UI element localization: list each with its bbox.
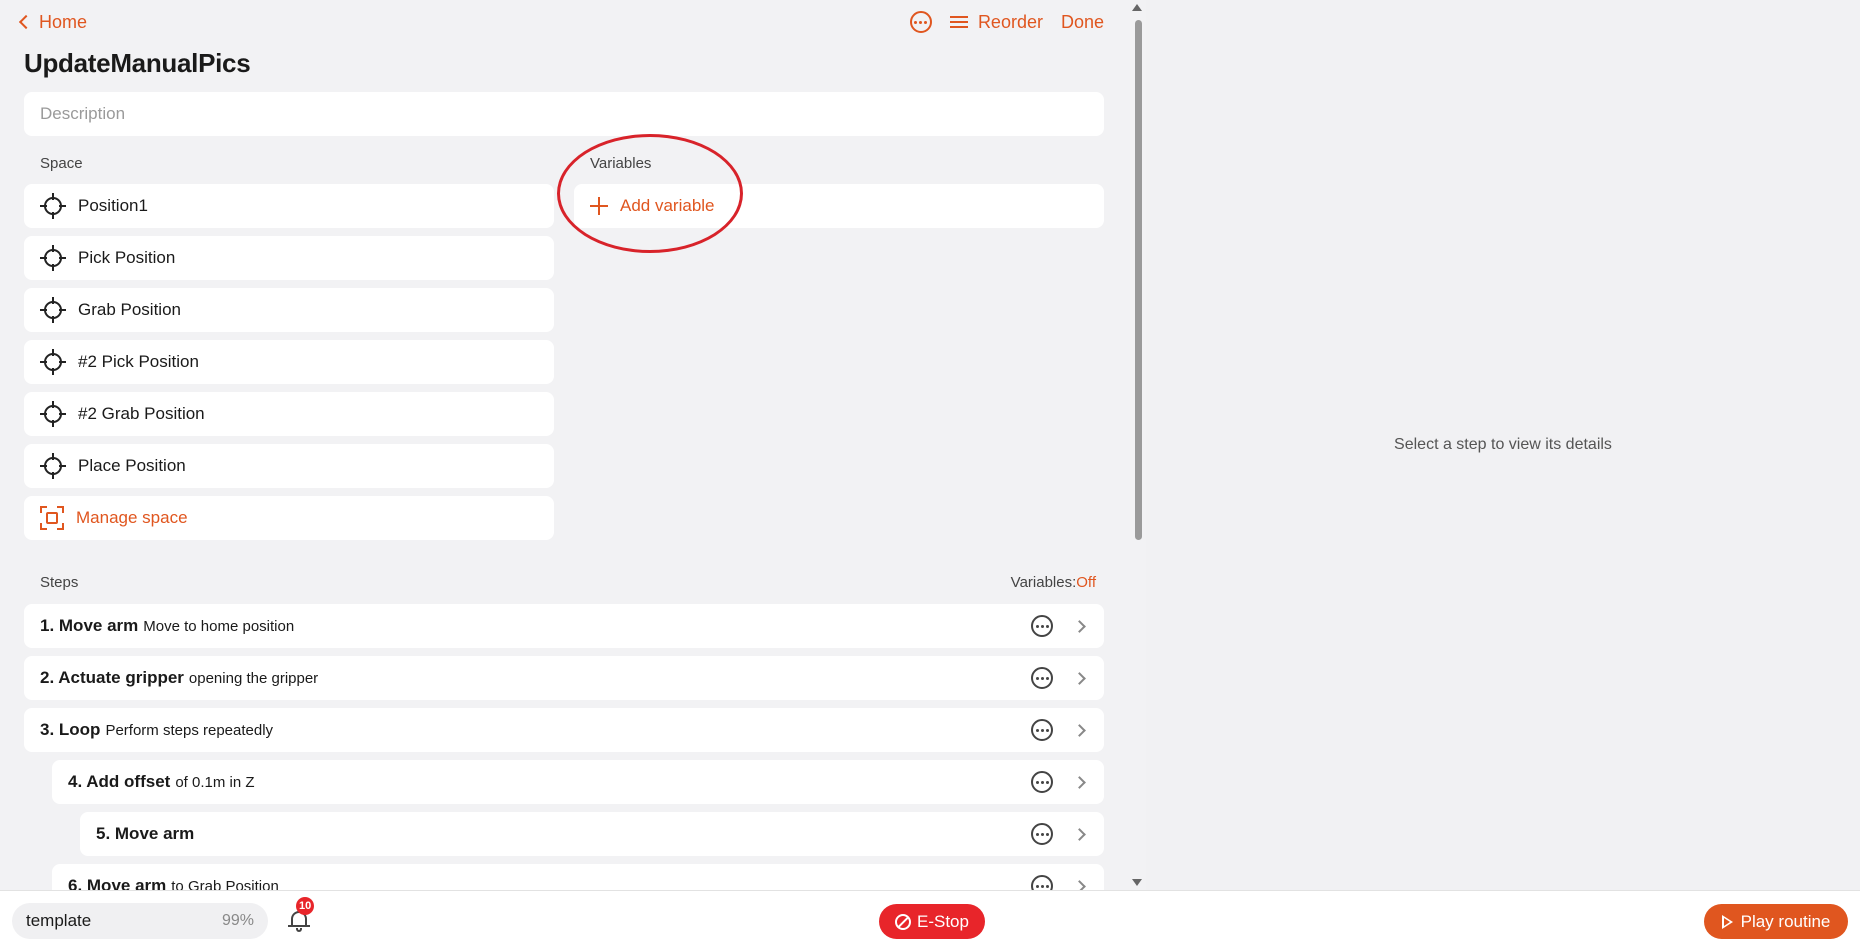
play-routine-label: Play routine [1740, 911, 1831, 931]
step-detail: Perform steps repeatedly [105, 721, 274, 739]
step-row[interactable]: 5. Move arm [80, 812, 1104, 856]
description-field[interactable]: Description [24, 92, 1104, 136]
chevron-left-icon [18, 14, 34, 30]
space-position-item[interactable]: Position1 [24, 184, 554, 228]
position-label: Place Position [78, 456, 186, 475]
step-row[interactable]: 6. Move arm to Grab Position [52, 864, 1104, 890]
variables-toggle[interactable]: Variables:Off [1011, 574, 1096, 591]
home-link[interactable]: Home [18, 12, 87, 33]
space-position-item[interactable]: Pick Position [24, 236, 554, 280]
manage-space-label: Manage space [76, 508, 188, 527]
routine-editor-panel: Home Reorder Done UpdateManualPics Descr… [0, 0, 1128, 890]
step-options-icon[interactable] [1031, 667, 1053, 689]
crosshair-icon [40, 297, 66, 323]
step-row[interactable]: 3. Loop Perform steps repeatedly [24, 708, 1104, 752]
step-row[interactable]: 1. Move arm Move to home position [24, 604, 1104, 648]
top-bar: Home Reorder Done [18, 10, 1104, 34]
step-detail: opening the gripper [188, 669, 319, 687]
step-title: 4. Add offset [68, 772, 171, 791]
chevron-right-icon[interactable] [1073, 619, 1086, 633]
estop-label: E-Stop [917, 911, 969, 931]
top-actions: Reorder Done [909, 11, 1104, 33]
step-options-icon[interactable] [1031, 719, 1053, 741]
page-title: UpdateManualPics [24, 48, 251, 78]
reorder-button[interactable]: Reorder [949, 11, 1043, 33]
chevron-right-icon[interactable] [1073, 723, 1086, 737]
menu-icon [949, 16, 968, 28]
scroll-up-arrow-icon[interactable] [1132, 4, 1142, 11]
step-options-icon[interactable] [1031, 823, 1053, 845]
add-variable-button[interactable]: Add variable [574, 184, 1104, 228]
add-variable-label: Add variable [620, 196, 715, 215]
variables-toggle-label: Variables: [1010, 574, 1077, 591]
step-title: 1. Move arm [40, 616, 139, 635]
step-title: 6. Move arm [68, 876, 167, 890]
position-label: Pick Position [78, 248, 176, 267]
crosshair-icon [40, 453, 66, 479]
space-position-item[interactable]: #2 Pick Position [24, 340, 554, 384]
crosshair-icon [40, 401, 66, 427]
chevron-right-icon[interactable] [1073, 827, 1086, 841]
estop-button[interactable]: E-Stop [879, 904, 985, 939]
play-routine-button[interactable]: Play routine [1704, 904, 1848, 939]
step-detail: of 0.1m in Z [175, 773, 255, 791]
home-label: Home [39, 11, 88, 32]
space-position-item[interactable]: Grab Position [24, 288, 554, 332]
step-options-icon[interactable] [1031, 875, 1053, 890]
space-scan-icon [40, 506, 64, 530]
plus-icon [590, 197, 608, 215]
step-title: 5. Move arm [96, 824, 195, 843]
step-details-panel: Select a step to view its details [1146, 0, 1860, 890]
space-section-label: Space [40, 155, 83, 172]
space-position-item[interactable]: #2 Grab Position [24, 392, 554, 436]
scroll-down-arrow-icon[interactable] [1132, 879, 1142, 886]
scrollbar-thumb[interactable] [1135, 20, 1142, 540]
done-button[interactable]: Done [1061, 12, 1104, 33]
chevron-right-icon[interactable] [1073, 671, 1086, 685]
variables-section-label: Variables [590, 155, 652, 172]
chevron-right-icon[interactable] [1073, 879, 1086, 890]
position-label: #2 Grab Position [78, 404, 205, 423]
manage-space-button[interactable]: Manage space [24, 496, 554, 540]
steps-section-label: Steps [40, 574, 79, 591]
stop-icon [895, 913, 911, 930]
step-options-icon[interactable] [1031, 771, 1053, 793]
position-label: Grab Position [78, 300, 181, 319]
template-status-pill[interactable]: template 99% [12, 903, 268, 939]
notification-badge: 10 [296, 897, 315, 915]
step-options-icon[interactable] [1031, 615, 1053, 637]
crosshair-icon [40, 193, 66, 219]
chevron-right-icon[interactable] [1073, 775, 1086, 789]
reorder-label: Reorder [977, 11, 1043, 32]
play-icon [1721, 914, 1733, 929]
template-percent: 99% [221, 912, 254, 929]
template-label: template [26, 911, 92, 930]
step-row[interactable]: 2. Actuate gripper opening the gripper [24, 656, 1104, 700]
variables-toggle-value: Off [1076, 574, 1096, 591]
crosshair-icon [40, 245, 66, 271]
position-label: #2 Pick Position [78, 352, 199, 371]
step-detail: to Grab Position [171, 877, 279, 891]
position-label: Position1 [78, 196, 148, 215]
crosshair-icon [40, 349, 66, 375]
more-options-icon[interactable] [909, 11, 932, 33]
space-position-item[interactable]: Place Position [24, 444, 554, 488]
step-row[interactable]: 4. Add offset of 0.1m in Z [52, 760, 1104, 804]
steps-scrollbar[interactable] [1128, 0, 1146, 890]
step-detail: Move to home position [143, 617, 295, 635]
step-title: 3. Loop [40, 720, 101, 739]
bottom-bar: template 99% 10 E-Stop Play routine [0, 890, 1860, 947]
details-empty-text: Select a step to view its details [1394, 436, 1612, 453]
step-title: 2. Actuate gripper [40, 668, 184, 687]
